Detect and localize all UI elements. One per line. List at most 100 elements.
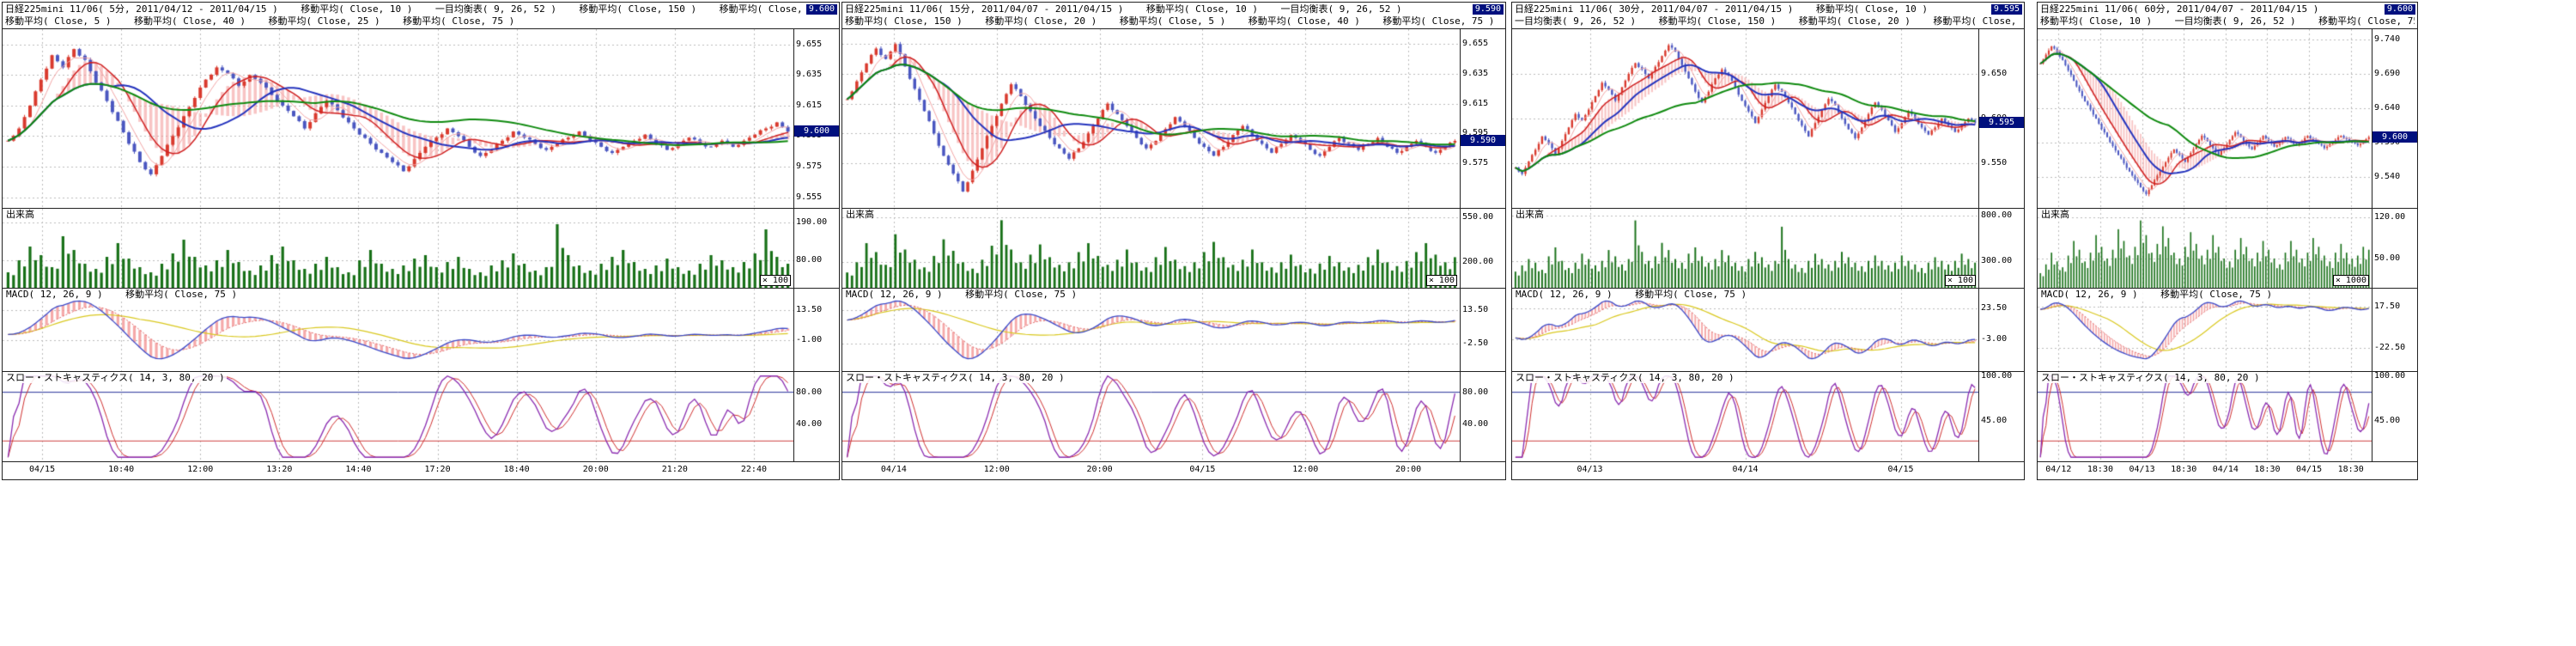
price-chart-canvas[interactable] <box>1512 29 1978 208</box>
price-chart-canvas[interactable] <box>842 29 1460 208</box>
axis-tick-label: -22.50 <box>2374 343 2405 353</box>
axis-tick-label: 50.00 <box>2374 253 2400 264</box>
chart-title-bar[interactable]: 日経225mini 11/06( 15分, 2011/04/07 - 2011/… <box>842 3 1505 28</box>
axis-tick-label: 13.50 <box>796 305 822 315</box>
price-axis[interactable]: 9.6559.6359.6159.5959.5759.590 <box>1460 29 1505 208</box>
stochastics-label: スロー・ストキャスティクス( 14, 3, 80, 20 ) <box>2039 372 2262 383</box>
time-axis[interactable]: 04/1304/1404/15 <box>1512 461 2024 479</box>
macd-canvas[interactable] <box>1512 289 1978 371</box>
time-axis[interactable]: 04/1412:0020:0004/1512:0020:00 <box>842 461 1505 479</box>
axis-tick-label: 300.00 <box>1981 256 2012 266</box>
axis-tick-label: 100.00 <box>1981 372 2012 381</box>
volume-label: 出来高 <box>2039 209 2071 220</box>
axis-tick-label: 40.00 <box>796 419 822 430</box>
chart-title-bar[interactable]: 日経225mini 11/06( 30分, 2011/04/07 - 2011/… <box>1512 3 2024 28</box>
time-tick-label: 18:30 <box>2087 465 2113 474</box>
volume-axis[interactable]: 120.0050.00 <box>2372 209 2417 288</box>
stochastics-canvas[interactable] <box>1512 372 1978 461</box>
price-section: 9.6559.6359.6159.5959.5759.590 <box>842 28 1505 208</box>
stochastics-axis[interactable]: 80.0040.00 <box>793 372 839 461</box>
time-axis[interactable]: 04/1510:4012:0013:2014:4017:2018:4020:00… <box>3 461 839 479</box>
macd-axis[interactable]: 17.50 -22.50 <box>2372 289 2417 371</box>
time-tick-label: 14:40 <box>345 465 371 474</box>
axis-tick-label: 80.00 <box>796 255 822 265</box>
time-tick-label: 04/15 <box>1887 465 1913 474</box>
time-tick-label: 04/15 <box>29 465 55 474</box>
macd-section: MACD( 12, 26, 9 ) 移動平均( Close, 75 ) 13.5… <box>3 288 839 371</box>
macd-label: MACD( 12, 26, 9 ) 移動平均( Close, 75 ) <box>1514 289 1748 300</box>
chart-title-line1: 日経225mini 11/06( 15分, 2011/04/07 - 2011/… <box>845 3 1503 15</box>
current-price-box: 9.600 <box>806 4 837 15</box>
macd-canvas[interactable] <box>3 289 793 371</box>
macd-section: MACD( 12, 26, 9 ) 移動平均( Close, 75 ) 23.5… <box>1512 288 2024 371</box>
stochastics-axis[interactable]: 100.0045.00 <box>2372 372 2417 461</box>
macd-section: MACD( 12, 26, 9 ) 移動平均( Close, 75 ) 17.5… <box>2038 288 2417 371</box>
macd-axis[interactable]: 13.50-2.50 <box>1460 289 1505 371</box>
volume-axis[interactable]: 550.00200.00 <box>1460 209 1505 288</box>
time-tick-label: 22:40 <box>741 465 767 474</box>
price-axis[interactable]: 9.6559.6359.6159.5959.5759.5559.600 <box>793 29 839 208</box>
volume-canvas[interactable] <box>3 209 793 288</box>
axis-tick-label: 550.00 <box>1462 212 1493 222</box>
volume-axis[interactable]: 800.00 300.00 <box>1978 209 2024 288</box>
volume-canvas[interactable] <box>842 209 1460 288</box>
price-chart-canvas[interactable] <box>3 29 793 208</box>
axis-tick-label: 13.50 <box>1462 305 1488 315</box>
axis-tick-label: 190.00 <box>796 217 827 228</box>
time-axis[interactable]: 04/1218:3004/1318:3004/1418:3004/1518:30 <box>2038 461 2417 479</box>
chart-title-line2: 移動平均( Close, 5 ) 移動平均( Close, 40 ) 移動平均(… <box>5 15 836 27</box>
stochastics-label: スロー・ストキャスティクス( 14, 3, 80, 20 ) <box>844 372 1066 383</box>
axis-tick-label: 17.50 <box>2374 302 2400 312</box>
price-section: 9.7409.6909.6409.5909.5409.600 <box>2038 28 2417 208</box>
trading-app-desktop: { "colors": { "up": "#d93a2e", "down": "… <box>0 0 2576 646</box>
axis-tick-label: 9.615 <box>796 101 822 111</box>
axis-tick-label: 800.00 <box>1981 210 2012 221</box>
chart-title-line1: 日経225mini 11/06( 60分, 2011/04/07 - 2011/… <box>2040 3 2415 15</box>
stochastics-section: スロー・ストキャスティクス( 14, 3, 80, 20 ) 100.0045.… <box>2038 371 2417 461</box>
chart-title-bar[interactable]: 日経225mini 11/06( 60分, 2011/04/07 - 2011/… <box>2038 3 2417 28</box>
current-price-marker: 9.590 <box>1461 135 1505 146</box>
macd-axis[interactable]: 23.50-3.00 <box>1978 289 2024 371</box>
axis-tick-label: 45.00 <box>2374 416 2400 426</box>
price-axis[interactable]: 9.7409.6909.6409.5909.5409.600 <box>2372 29 2417 208</box>
axis-tick-label: 9.540 <box>2374 172 2400 182</box>
time-tick-label: 18:30 <box>2254 465 2280 474</box>
stochastics-section: スロー・ストキャスティクス( 14, 3, 80, 20 ) 100.0045.… <box>1512 371 2024 461</box>
chart-title-line2: 移動平均( Close, 150 ) 移動平均( Close, 20 ) 移動平… <box>845 15 1503 27</box>
chart-title-line2: 移動平均( Close, 10 ) 一目均衡表( 9, 26, 52 ) 移動平… <box>2040 15 2415 27</box>
stochastics-canvas[interactable] <box>842 372 1460 461</box>
axis-tick-label: 9.740 <box>2374 34 2400 45</box>
stochastics-label: スロー・ストキャスティクス( 14, 3, 80, 20 ) <box>4 372 227 383</box>
axis-tick-label: 9.650 <box>1981 69 2007 79</box>
volume-section: 出来高 × 1000 120.0050.00 <box>2038 208 2417 288</box>
price-axis[interactable]: 9.6509.6009.5509.595 <box>1978 29 2024 208</box>
volume-canvas[interactable] <box>2038 209 2372 288</box>
stochastics-axis[interactable]: 80.0040.00 <box>1460 372 1505 461</box>
time-tick-label: 04/15 <box>1189 465 1215 474</box>
volume-canvas[interactable] <box>1512 209 1978 288</box>
time-tick-label: 04/13 <box>2129 465 2155 474</box>
price-chart-canvas[interactable] <box>2038 29 2372 208</box>
macd-canvas[interactable] <box>842 289 1460 371</box>
macd-axis[interactable]: 13.50-1.00 <box>793 289 839 371</box>
volume-section: 出来高 × 100 190.0080.00 <box>3 208 839 288</box>
chart-title-line1: 日経225mini 11/06( 30分, 2011/04/07 - 2011/… <box>1515 3 2021 15</box>
axis-tick-label: 9.550 <box>1981 158 2007 168</box>
time-tick-label: 10:40 <box>108 465 134 474</box>
chart-title-bar[interactable]: 日経225mini 11/06( 5分, 2011/04/12 - 2011/0… <box>3 3 839 28</box>
axis-tick-label: 9.575 <box>1462 158 1488 168</box>
current-price-marker: 9.600 <box>2372 131 2417 143</box>
price-section: 9.6509.6009.5509.595 <box>1512 28 2024 208</box>
time-tick-label: 18:40 <box>504 465 530 474</box>
stochastics-canvas[interactable] <box>2038 372 2372 461</box>
stochastics-axis[interactable]: 100.00 45.00 <box>1978 372 2024 461</box>
chart-title-line2: 一目均衡表( 9, 26, 52 ) 移動平均( Close, 150 ) 移動… <box>1515 15 2021 27</box>
macd-canvas[interactable] <box>2038 289 2372 371</box>
current-price-box: 9.590 <box>1473 4 1504 15</box>
time-tick-label: 04/14 <box>2213 465 2239 474</box>
time-tick-label: 20:00 <box>1395 465 1421 474</box>
time-tick-label: 04/14 <box>1732 465 1758 474</box>
axis-tick-label: 45.00 <box>1981 416 2007 426</box>
volume-axis[interactable]: 190.00 80.00 <box>793 209 839 288</box>
stochastics-canvas[interactable] <box>3 372 793 461</box>
